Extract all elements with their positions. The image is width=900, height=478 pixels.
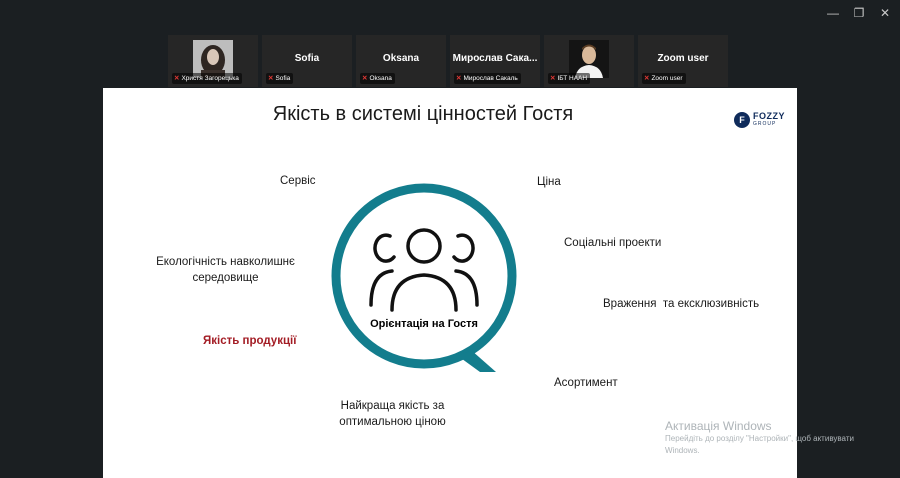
participant-tile[interactable]: ✕ ІБТ НААН: [544, 35, 634, 87]
participant-tag: ✕ Мирослав Сакаль: [454, 73, 521, 84]
participant-tag-label: Мирослав Сакаль: [463, 75, 518, 82]
participant-tag: ✕ Oksana: [360, 73, 395, 84]
windows-activation-watermark: Активація Windows Перейдіть до розділу "…: [665, 419, 875, 457]
participant-name: Oksana: [382, 53, 420, 64]
mic-muted-icon: ✕: [174, 75, 180, 82]
participant-tile[interactable]: Sofia ✕ Sofia: [262, 35, 352, 87]
participant-name: Мирослав Сака...: [452, 53, 538, 64]
mic-muted-icon: ✕: [456, 75, 462, 82]
participant-tag-label: Zoom user: [651, 75, 683, 82]
label-best-quality: Найкраща якість за оптимальною ціною: [330, 398, 455, 430]
label-impressions: Враження та ексклюзивність: [603, 298, 760, 310]
participant-tag-label: Христя Загорецька: [181, 75, 239, 82]
participant-tag: ✕ Zoom user: [642, 73, 686, 84]
slide-title: Якість в системі цінностей Гостя: [272, 103, 574, 125]
restore-button[interactable]: ❐: [848, 4, 870, 22]
participant-name: Zoom user: [657, 53, 709, 64]
logo-subtext: GROUP: [753, 121, 777, 127]
participant-tile[interactable]: ✕ Христя Загорецька: [168, 35, 258, 87]
participant-tag-label: Oksana: [369, 75, 392, 82]
minimize-button[interactable]: —: [822, 4, 844, 22]
participant-tag-label: ІБТ НААН: [557, 75, 588, 82]
logo-text: FOZZY: [753, 111, 785, 121]
participant-name: Sofia: [294, 53, 320, 64]
label-price: Ціна: [537, 176, 561, 188]
label-ecology-line2: середовище: [192, 272, 259, 284]
participant-tile[interactable]: Zoom user ✕ Zoom user: [638, 35, 728, 87]
guest-orientation-ring: [331, 183, 517, 372]
mic-muted-icon: ✕: [362, 75, 368, 82]
participant-tile[interactable]: Мирослав Сака... ✕ Мирослав Сакаль: [450, 35, 540, 87]
people-icon: [369, 228, 479, 312]
fozzy-group-logo: F FOZZY GROUP: [734, 112, 785, 128]
label-best-quality-line2: оптимальною ціною: [339, 416, 446, 428]
mic-muted-icon: ✕: [550, 75, 556, 82]
mic-muted-icon: ✕: [268, 75, 274, 82]
label-ecology: Екологічність навколишнє середовище: [143, 254, 308, 286]
activation-subtitle: Перейдіть до розділу "Настройки", щоб ак…: [665, 434, 854, 455]
participants-gallery: ✕ Христя Загорецька Sofia ✕ Sofia Oksana ✕…: [0, 30, 900, 88]
participant-tag: ✕ Христя Загорецька: [172, 73, 242, 84]
mic-muted-icon: ✕: [644, 75, 650, 82]
label-assortment: Асортимент: [554, 377, 618, 389]
participant-tag-label: Sofia: [275, 75, 291, 82]
participant-tag: ✕ Sofia: [266, 73, 294, 84]
center-label: Орієнтація на Гостя: [370, 318, 478, 330]
activation-title: Активація Windows: [665, 419, 772, 433]
close-button[interactable]: ✕: [874, 4, 896, 22]
participant-tag: ✕ ІБТ НААН: [548, 73, 591, 84]
label-ecology-line1: Екологічність навколишнє: [156, 256, 295, 268]
label-social-projects: Соціальні проекти: [564, 237, 662, 249]
participant-tile[interactable]: Oksana ✕ Oksana: [356, 35, 446, 87]
label-service: Сервіс: [280, 175, 316, 187]
label-best-quality-line1: Найкраща якість за: [340, 400, 445, 412]
window-title-bar: — ❐ ✕: [0, 0, 900, 30]
label-product-quality: Якість продукції: [203, 335, 297, 347]
fozzy-logo-icon: F: [734, 112, 750, 128]
